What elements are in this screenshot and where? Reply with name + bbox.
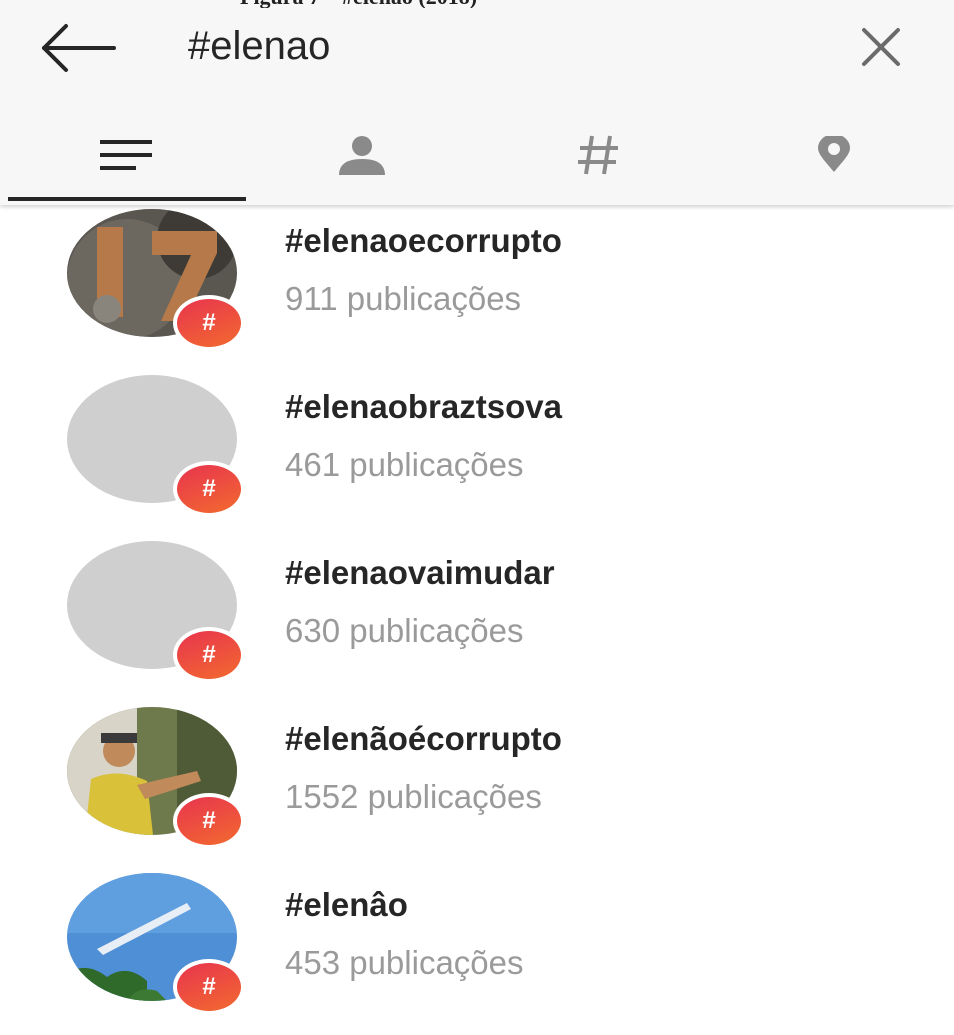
hashtag-badge-icon: #: [173, 959, 245, 1015]
tab-tags[interactable]: [480, 108, 716, 202]
back-button[interactable]: [38, 18, 118, 78]
arrow-left-icon: [42, 24, 116, 72]
figure-caption: Figura 7 – #elenão (2018): [240, 0, 580, 8]
hashtag-badge-icon: #: [173, 793, 245, 849]
person-icon: [339, 136, 385, 175]
close-icon: [862, 28, 900, 66]
list-item[interactable]: # #elenãoécorrupto 1552 publicações: [0, 703, 954, 869]
post-count: 630 publicações: [285, 612, 524, 649]
hashtag-icon: [578, 135, 618, 175]
post-count: 1552 publicações: [285, 778, 542, 815]
post-count: 453 publicações: [285, 944, 524, 981]
list-item[interactable]: # #elenâo 453 publicações: [0, 869, 954, 1035]
search-header: Figura 7 – #elenão (2018) #elenao: [0, 0, 954, 205]
hashtag-name: #elenaovaimudar: [285, 554, 555, 591]
top-results-icon: [100, 140, 152, 170]
hashtag-name: #elenâo: [285, 886, 408, 923]
post-count: 461 publicações: [285, 446, 524, 483]
hashtag-name: #elenãoécorrupto: [285, 720, 562, 757]
hashtag-name: #elenaobraztsova: [285, 388, 562, 425]
search-input[interactable]: #elenao: [188, 18, 330, 74]
search-tabs: [8, 108, 954, 202]
tab-selected-indicator: [8, 197, 246, 201]
list-item[interactable]: # #elenaoecorrupto 911 publicações: [0, 205, 954, 371]
tab-places[interactable]: [716, 108, 952, 202]
search-results-list: # #elenaoecorrupto 911 publicações # #el…: [0, 205, 954, 1015]
list-item[interactable]: # #elenaobraztsova 461 publicações: [0, 371, 954, 537]
hashtag-name: #elenaoecorrupto: [285, 222, 562, 259]
location-pin-icon: [818, 136, 850, 172]
tab-top[interactable]: [8, 108, 244, 202]
list-item[interactable]: # #elenaovaimudar 630 publicações: [0, 537, 954, 703]
clear-search-button[interactable]: [852, 20, 912, 76]
hashtag-badge-icon: #: [173, 295, 245, 351]
tab-accounts[interactable]: [244, 108, 480, 202]
hashtag-badge-icon: #: [173, 461, 245, 517]
hashtag-badge-icon: #: [173, 627, 245, 683]
post-count: 911 publicações: [285, 280, 522, 317]
